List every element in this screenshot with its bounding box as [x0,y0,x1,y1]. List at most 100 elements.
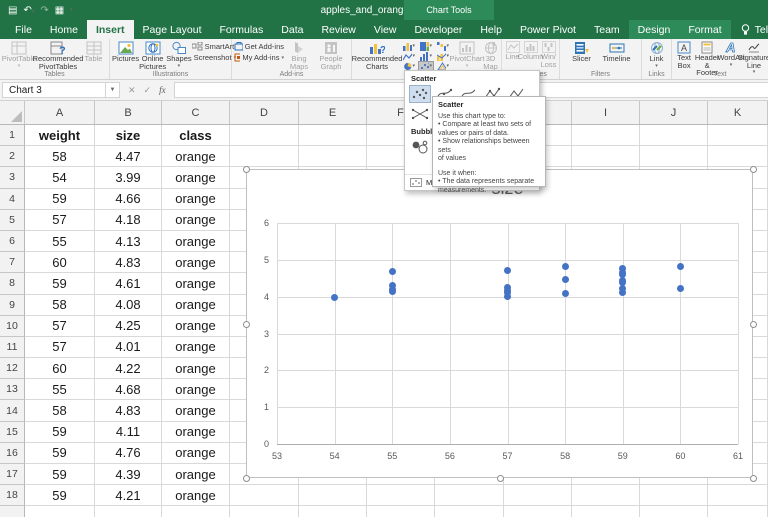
cell-F19[interactable] [367,506,435,517]
row-header-8[interactable]: 8 [0,273,25,294]
chart-selection-handle[interactable] [497,475,504,482]
column-header-B[interactable]: B [95,101,162,124]
cell-A10[interactable]: 57 [25,316,95,337]
cell-C6[interactable]: orange [162,231,230,252]
cell-B15[interactable]: 4.11 [95,422,162,443]
row-header-16[interactable]: 16 [0,443,25,464]
row-header-14[interactable]: 14 [0,400,25,421]
cell-C1[interactable]: class [162,125,230,146]
cell-A8[interactable]: 59 [25,273,95,294]
cell-K2[interactable] [708,146,768,167]
gallery-bubble[interactable] [409,138,431,156]
row-header-4[interactable]: 4 [0,189,25,210]
chart-selection-handle[interactable] [750,166,757,173]
cell-E18[interactable] [299,485,367,506]
cell-B12[interactable]: 4.22 [95,358,162,379]
pivotchart-button[interactable]: PivotChart▾ [452,40,482,70]
print-preview-icon[interactable]: ▦ [55,5,64,16]
cell-A2[interactable]: 58 [25,146,95,167]
cell-A17[interactable]: 59 [25,464,95,485]
insert-column-chart-button[interactable]: ▾ [401,41,417,51]
cell-C11[interactable]: orange [162,337,230,358]
text-box-button[interactable]: A Text Box [674,40,694,69]
cell-A11[interactable]: 57 [25,337,95,358]
cell-C10[interactable]: orange [162,316,230,337]
redo-icon[interactable]: ↷ [40,5,48,16]
tab-format[interactable]: Format [679,20,730,39]
row-header-13[interactable]: 13 [0,379,25,400]
cell-A12[interactable]: 60 [25,358,95,379]
tab-home[interactable]: Home [41,20,87,39]
row-header-2[interactable]: 2 [0,146,25,167]
tab-team[interactable]: Team [585,20,629,39]
row-header-18[interactable]: 18 [0,485,25,506]
cell-A19[interactable] [25,506,95,517]
cell-B7[interactable]: 4.83 [95,252,162,273]
name-box-dropdown-icon[interactable]: ▼ [106,82,120,98]
chart-data-point[interactable] [389,286,396,293]
cell-E1[interactable] [299,125,367,146]
tab-insert[interactable]: Insert [87,20,134,39]
cell-E19[interactable] [299,506,367,517]
cell-A9[interactable]: 58 [25,295,95,316]
name-box[interactable]: Chart 3 [2,82,106,98]
my-addins-button[interactable]: My Add-ins▾ [234,53,284,62]
cell-K19[interactable] [708,506,768,517]
tab-view[interactable]: View [365,20,406,39]
tell-me-box[interactable]: Tell me what you want to do [731,20,768,39]
cell-B14[interactable]: 4.83 [95,400,162,421]
tab-data[interactable]: Data [272,20,312,39]
recommended-charts-button[interactable]: ? Recommended Charts [354,40,400,70]
slicer-button[interactable]: Slicer [566,40,598,63]
insert-hierarchy-chart-button[interactable]: ▾ [418,41,434,51]
column-header-I[interactable]: I [572,101,640,124]
cell-B9[interactable]: 4.08 [95,295,162,316]
pivottable-button[interactable]: PivotTable▾ [2,40,36,70]
cell-C8[interactable]: orange [162,273,230,294]
cell-H18[interactable] [504,485,572,506]
column-header-C[interactable]: C [162,101,230,124]
cell-A3[interactable]: 54 [25,167,95,188]
cell-C17[interactable]: orange [162,464,230,485]
recommended-pivottables-button[interactable]: ? Recommended PivotTables [36,40,80,70]
column-header-A[interactable]: A [25,101,95,124]
cell-D19[interactable] [230,506,299,517]
chart-selection-handle[interactable] [243,321,250,328]
chart-selection-handle[interactable] [750,475,757,482]
row-header-17[interactable]: 17 [0,464,25,485]
cell-I19[interactable] [572,506,640,517]
cell-C13[interactable]: orange [162,379,230,400]
tab-power-pivot[interactable]: Power Pivot [511,20,585,39]
cell-C2[interactable]: orange [162,146,230,167]
cell-C9[interactable]: orange [162,295,230,316]
row-header-11[interactable]: 11 [0,337,25,358]
chart-data-point[interactable] [389,268,396,275]
cell-C7[interactable]: orange [162,252,230,273]
row-header-9[interactable]: 9 [0,295,25,316]
chart-selection-handle[interactable] [750,321,757,328]
cell-C3[interactable]: orange [162,167,230,188]
cell-C19[interactable] [162,506,230,517]
tab-page-layout[interactable]: Page Layout [134,20,211,39]
insert-line-chart-button[interactable]: ▾ [401,51,417,61]
cell-B6[interactable]: 4.13 [95,231,162,252]
sparkline-winloss-button[interactable]: Win/ Loss [540,40,557,68]
tab-developer[interactable]: Developer [405,20,471,39]
chart-data-point[interactable] [331,294,338,301]
cell-J2[interactable] [640,146,708,167]
chart-data-point[interactable] [504,267,511,274]
insert-waterfall-chart-button[interactable]: ▾ [435,41,451,51]
chart-data-point[interactable] [677,263,684,270]
pictures-button[interactable]: Pictures [112,40,139,63]
cell-B3[interactable]: 3.99 [95,167,162,188]
cell-A14[interactable]: 58 [25,400,95,421]
row-header-10[interactable]: 10 [0,316,25,337]
row-header-1[interactable]: 1 [0,125,25,146]
cell-J19[interactable] [640,506,708,517]
row-header-6[interactable]: 6 [0,231,25,252]
smartart-button[interactable]: SmartArt [192,42,236,51]
cell-J18[interactable] [640,485,708,506]
cell-A4[interactable]: 59 [25,189,95,210]
cell-A7[interactable]: 60 [25,252,95,273]
chart-selection-handle[interactable] [243,166,250,173]
